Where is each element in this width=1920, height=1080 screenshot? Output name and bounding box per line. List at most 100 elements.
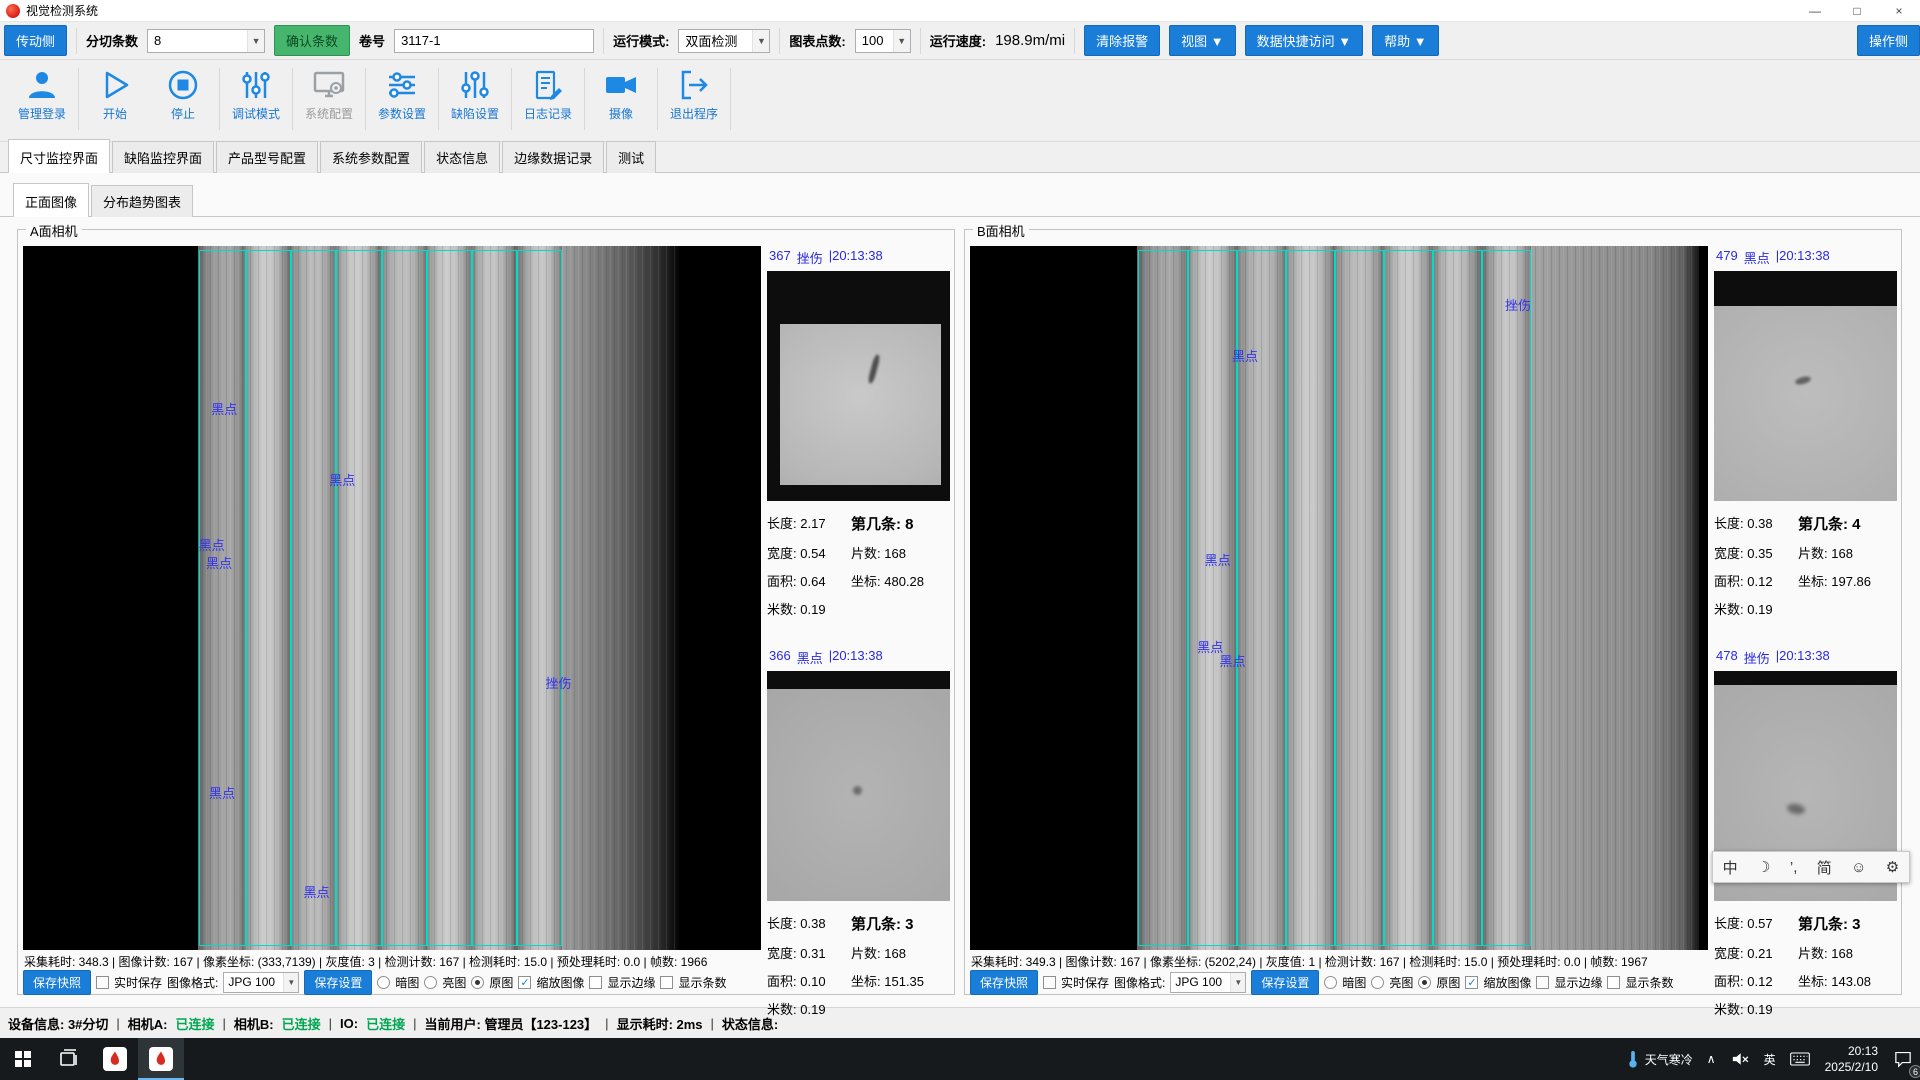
- volume-button[interactable]: [1723, 1038, 1757, 1080]
- zoom-image-label: 缩放图像: [536, 974, 584, 991]
- log-record-button[interactable]: 日志记录: [514, 67, 582, 122]
- chevron-down-icon: ▼: [283, 973, 298, 992]
- defect-marker-label: 黑点: [211, 399, 237, 418]
- close-button[interactable]: ×: [1878, 0, 1920, 21]
- weather-widget[interactable]: 天气寒冷: [1618, 1038, 1700, 1080]
- play-icon: [98, 68, 132, 102]
- ime-emoji-button[interactable]: ☺: [1851, 859, 1866, 876]
- show-edge-checkbox[interactable]: [1536, 976, 1549, 989]
- dark-image-radio[interactable]: [377, 976, 390, 989]
- realtime-save-checkbox[interactable]: [1043, 976, 1056, 989]
- defect-stats: 长度: 2.17 第几条: 8 宽度: 0.54 片数: 168 面积: 0.6…: [767, 501, 950, 618]
- chart-points-select[interactable]: 100 ▼: [855, 29, 911, 53]
- start-button[interactable]: [0, 1038, 46, 1080]
- confirm-count-button[interactable]: 确认条数: [274, 25, 350, 56]
- save-snapshot-button[interactable]: 保存快照: [23, 970, 91, 995]
- data-quick-access-menu-button[interactable]: 数据快捷访问 ▼: [1245, 25, 1363, 56]
- ime-simplified-button[interactable]: 简: [1817, 857, 1832, 878]
- capture-button[interactable]: 摄像: [587, 67, 655, 122]
- defect-time: |20:13:38: [829, 648, 883, 667]
- top-toolbar: 传动侧 分切条数 8 ▼ 确认条数 卷号 运行模式: 双面检测 ▼ 图表点数: …: [0, 22, 1920, 60]
- help-menu-button[interactable]: 帮助 ▼: [1372, 25, 1438, 56]
- view-menu-button[interactable]: 视图 ▼: [1169, 25, 1235, 56]
- realtime-save-label: 实时保存: [114, 974, 162, 991]
- divider: [365, 68, 366, 130]
- windows-logo-icon: [15, 1051, 31, 1067]
- divider: [920, 28, 921, 54]
- input-language-indicator[interactable]: 英: [1757, 1038, 1783, 1080]
- clear-alarm-button[interactable]: 清除报警: [1084, 25, 1160, 56]
- clock-date: 2025/2/10: [1825, 1059, 1878, 1075]
- touch-keyboard-button[interactable]: [1783, 1038, 1817, 1080]
- operator-side-button[interactable]: 操作侧: [1857, 25, 1920, 56]
- bright-image-radio[interactable]: [424, 976, 437, 989]
- save-snapshot-button[interactable]: 保存快照: [970, 970, 1038, 995]
- drive-side-button[interactable]: 传动侧: [4, 25, 67, 56]
- cut-lines-frame: [1138, 250, 1531, 946]
- slit-count-select[interactable]: 8 ▼: [147, 29, 265, 53]
- image-format-select[interactable]: JPG 100 ▼: [223, 972, 299, 993]
- save-settings-button[interactable]: 保存设置: [304, 970, 372, 995]
- debug-mode-button[interactable]: 调试模式: [222, 67, 290, 122]
- show-count-label: 显示条数: [678, 974, 726, 991]
- ime-punctuation-button[interactable]: ’,: [1790, 859, 1798, 876]
- start-button[interactable]: 开始: [81, 67, 149, 122]
- defect-card: 479 黑点 |20:13:38 长度: 0.38 第几条: 4 宽度: 0.3…: [1714, 246, 1897, 618]
- parameter-settings-button[interactable]: 参数设置: [368, 67, 436, 122]
- display-time: 显示耗时: 2ms: [617, 1014, 703, 1033]
- minimize-button[interactable]: —: [1794, 0, 1836, 21]
- tab-system-param-config[interactable]: 系统参数配置: [320, 141, 422, 173]
- image-format-select[interactable]: JPG 100 ▼: [1170, 972, 1246, 993]
- taskbar-clock[interactable]: 20:13 2025/2/10: [1817, 1043, 1886, 1075]
- camera-a-groupbox: A面相机 黑点 黑点 黑点 黑点 挫伤 黑点 黑点 采集耗时: 348.3 | …: [17, 229, 955, 995]
- tab-product-model-config[interactable]: 产品型号配置: [216, 141, 318, 173]
- ime-settings-gear-icon[interactable]: ⚙: [1886, 858, 1899, 876]
- tab-distribution-trend-chart[interactable]: 分布趋势图表: [91, 185, 193, 217]
- tab-front-image[interactable]: 正面图像: [13, 183, 89, 217]
- show-edge-checkbox[interactable]: [589, 976, 602, 989]
- tab-status-info[interactable]: 状态信息: [424, 141, 500, 173]
- admin-login-button[interactable]: 管理登录: [8, 67, 76, 122]
- dark-image-radio[interactable]: [1324, 976, 1337, 989]
- camera-b-connected-badge: 已连接: [282, 1014, 321, 1033]
- defect-id: 478: [1716, 648, 1738, 667]
- roll-number-input[interactable]: [394, 29, 594, 53]
- defect-settings-button[interactable]: 缺陷设置: [441, 67, 509, 122]
- taskbar-app-button[interactable]: [92, 1038, 138, 1080]
- taskbar-app-button-active[interactable]: [138, 1038, 184, 1080]
- defect-card-header: 367 挫伤 |20:13:38: [767, 246, 950, 271]
- run-mode-select[interactable]: 双面检测 ▼: [678, 29, 770, 53]
- bright-image-radio[interactable]: [1371, 976, 1384, 989]
- show-count-checkbox[interactable]: [1607, 976, 1620, 989]
- realtime-save-checkbox[interactable]: [96, 976, 109, 989]
- defect-time: |20:13:38: [1776, 648, 1830, 667]
- tray-expand-button[interactable]: ∧: [1700, 1038, 1723, 1080]
- window-title-bar[interactable]: 视觉检测系统 — □ ×: [0, 0, 1920, 22]
- action-center-button[interactable]: 6: [1886, 1038, 1920, 1080]
- exit-program-button[interactable]: 退出程序: [660, 67, 728, 122]
- maximize-button[interactable]: □: [1836, 0, 1878, 21]
- ime-mode-button[interactable]: 中: [1723, 857, 1738, 878]
- stop-button[interactable]: 停止: [149, 67, 217, 122]
- task-view-button[interactable]: [46, 1038, 92, 1080]
- tab-test[interactable]: 测试: [606, 141, 656, 173]
- camera-b-image: 挫伤 黑点 黑点 黑点 黑点: [970, 246, 1708, 950]
- show-count-checkbox[interactable]: [660, 976, 673, 989]
- original-image-radio[interactable]: [471, 976, 484, 989]
- system-config-button[interactable]: 系统配置: [295, 67, 363, 122]
- tab-edge-data-record[interactable]: 边缘数据记录: [502, 141, 604, 173]
- original-image-radio[interactable]: [1418, 976, 1431, 989]
- zoom-image-checkbox[interactable]: ✓: [518, 976, 531, 989]
- save-settings-button[interactable]: 保存设置: [1251, 970, 1319, 995]
- window-title: 视觉检测系统: [26, 2, 98, 19]
- defect-snapshot-image: [767, 671, 950, 901]
- zoom-image-checkbox[interactable]: ✓: [1465, 976, 1478, 989]
- task-view-icon: [58, 1048, 80, 1070]
- half-width-moon-icon[interactable]: ☽: [1757, 858, 1770, 876]
- tab-size-monitor[interactable]: 尺寸监控界面: [8, 139, 110, 173]
- app-logo-icon: [6, 4, 20, 18]
- weather-text: 天气寒冷: [1645, 1051, 1693, 1068]
- tab-defect-monitor[interactable]: 缺陷监控界面: [112, 141, 214, 173]
- device-info: 设备信息: 3#分切: [8, 1014, 108, 1033]
- chevron-up-icon: ∧: [1707, 1052, 1716, 1066]
